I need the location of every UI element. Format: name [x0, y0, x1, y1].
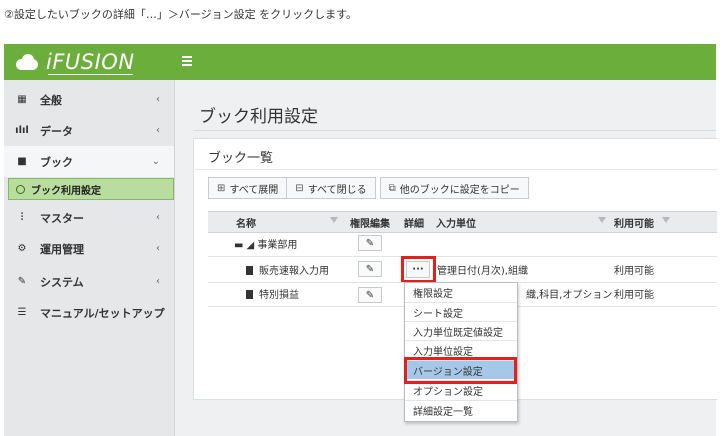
column-header-name: 名称: [236, 219, 256, 230]
highlight-box: [404, 357, 517, 384]
detail-dropdown-menu: 権限設定 シート設定 入力単位既定値設定 入力単位設定 バージョン設定 オプショ…: [404, 282, 518, 422]
toolbar: ⊞ すべて展開 ⊟ すべて閉じる ⧉ 他のブックに設定をコピー: [208, 177, 529, 199]
book-icon: ■: [17, 156, 27, 167]
column-header-unit: 入力単位: [436, 219, 476, 230]
sidebar-item-data[interactable]: ılıl データ ‹: [4, 115, 174, 146]
row-name: ◢ 事業部用: [246, 240, 298, 251]
sidebar-item-general[interactable]: ▦ 全般 ‹: [4, 84, 174, 115]
menu-item-input-unit-default-settings[interactable]: 入力単位既定値設定: [405, 321, 517, 340]
chevron-down-icon: ⌄: [151, 156, 160, 167]
bar-chart-icon: ılıl: [15, 125, 29, 136]
sidebar-item-label: マニュアル/セットアップ: [40, 306, 165, 320]
highlight-box: [401, 256, 436, 283]
edit-permission-button[interactable]: ✎: [358, 287, 382, 303]
sidebar-item-label: 運用管理: [40, 242, 84, 256]
button-label: すべて展開: [229, 184, 279, 196]
sidebar-item-manual[interactable]: ☰ マニュアル/セットアップ: [4, 297, 174, 328]
gears-icon: ⚙: [17, 243, 27, 254]
sidebar-item-label: マスター: [40, 211, 84, 225]
wrench-icon: ✎: [17, 276, 27, 287]
chevron-left-icon: ‹: [156, 125, 160, 136]
chevron-left-icon: ‹: [156, 243, 160, 254]
plus-square-icon: ⊞: [217, 182, 226, 194]
sidebar-item-operations[interactable]: ⚙ 運用管理 ‹: [4, 233, 174, 264]
row-available: 利用可能: [614, 266, 654, 277]
top-bar: iFUSION: [4, 44, 716, 80]
list-icon: ☰: [17, 307, 27, 318]
grid-icon: ▦: [17, 94, 27, 105]
sidebar-item-system[interactable]: ✎ システム ‹: [4, 266, 174, 297]
folder-open-icon: ▬: [234, 240, 244, 251]
menu-item-permission-settings[interactable]: 権限設定: [405, 283, 517, 302]
instruction-caption: ②設定したいブックの詳細「…」＞バージョン設定 をクリックします。: [4, 8, 358, 21]
minus-square-icon: ⊟: [295, 182, 304, 194]
column-header-available: 利用可能: [614, 219, 654, 230]
table-header: 名称 権限編集 詳細 入力単位 利用可能: [208, 211, 717, 233]
button-label: 他のブックに設定をコピー: [399, 184, 520, 196]
sidebar-item-label: システム: [40, 275, 84, 289]
table-row[interactable]: ▬ ◢ 事業部用: [234, 236, 297, 251]
circle-icon: [16, 184, 25, 194]
book-icon: [246, 266, 253, 275]
table-row[interactable]: 販売速報入力用: [246, 262, 329, 277]
column-header-permission: 権限編集: [350, 219, 390, 230]
row-available: 利用可能: [614, 290, 654, 301]
filter-icon[interactable]: [598, 217, 606, 223]
menu-item-sheet-settings[interactable]: シート設定: [405, 302, 517, 321]
filter-icon[interactable]: [662, 217, 670, 223]
row-unit: 管理日付(月次),組織: [437, 266, 528, 277]
sidebar-item-label: 全般: [40, 93, 62, 107]
row-unit: 織,科目,オプション: [526, 290, 613, 301]
chevron-left-icon: ‹: [156, 94, 160, 105]
menu-item-detail-settings-list[interactable]: 詳細設定一覧: [405, 400, 517, 419]
chevron-left-icon: ‹: [156, 276, 160, 287]
menu-toggle-icon[interactable]: [182, 56, 192, 66]
column-header-detail: 詳細: [404, 219, 424, 230]
sidebar-item-master[interactable]: ⫶ マスター ‹: [4, 202, 174, 233]
panel-title: ブック一覧: [208, 151, 274, 166]
edit-permission-button[interactable]: ✎: [358, 235, 382, 251]
sidebar-item-label: ブック: [40, 155, 73, 169]
book-icon: [246, 290, 253, 299]
button-label: すべて閉じる: [307, 184, 367, 196]
row-name: 販売速報入力用: [259, 266, 329, 277]
app-logo[interactable]: iFUSION: [14, 48, 135, 76]
logo-text: iFUSION: [46, 50, 135, 74]
sidebar-item-label: データ: [40, 124, 73, 138]
chevron-left-icon: ‹: [156, 212, 160, 223]
sidebar-item-label: ブック利用設定: [31, 185, 101, 197]
cloud-icon: [14, 54, 40, 70]
expand-all-button[interactable]: ⊞ すべて展開: [208, 177, 288, 199]
sidebar-item-book-usage-settings[interactable]: ブック利用設定: [8, 178, 174, 200]
copy-settings-button[interactable]: ⧉ 他のブックに設定をコピー: [379, 177, 529, 199]
sidebar-item-book[interactable]: ■ ブック ⌄: [4, 146, 174, 177]
table-row[interactable]: 特別損益: [246, 286, 299, 301]
copy-icon: ⧉: [388, 182, 396, 194]
page-title: ブック利用設定: [199, 107, 318, 127]
sitemap-icon: ⫶: [20, 212, 24, 223]
edit-permission-button[interactable]: ✎: [358, 261, 382, 277]
filter-icon[interactable]: [330, 217, 338, 223]
sidebar: ▦ 全般 ‹ ılıl データ ‹ ■ ブック ⌄ ブック利用設定 ⫶ マスター…: [4, 80, 175, 436]
collapse-all-button[interactable]: ⊟ すべて閉じる: [287, 177, 376, 199]
row-name: 特別損益: [259, 290, 299, 301]
